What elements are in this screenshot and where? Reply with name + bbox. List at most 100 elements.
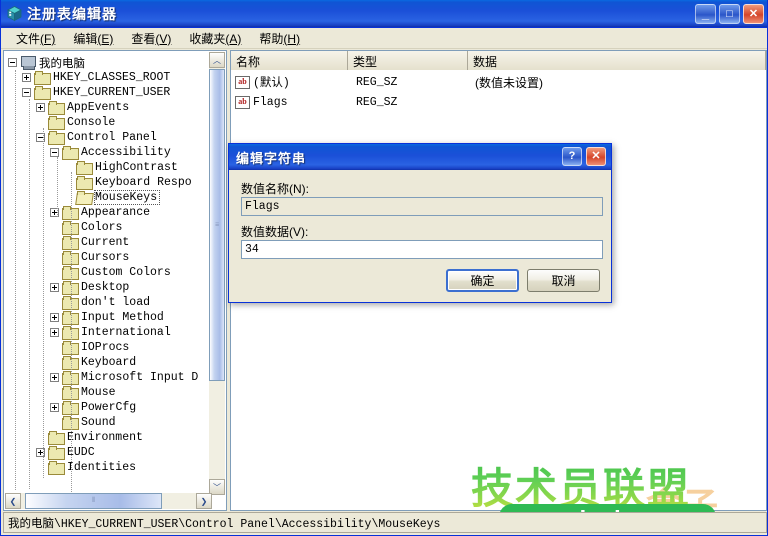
folder-icon xyxy=(62,311,79,325)
tree-item-hkey-classes-root[interactable]: HKEY_CLASSES_ROOT xyxy=(22,70,172,85)
tree-item-label: Custom Colors xyxy=(81,266,171,279)
collapse-icon[interactable] xyxy=(50,148,59,157)
computer-icon xyxy=(20,55,36,70)
column-header-2[interactable]: 类型 xyxy=(348,51,468,70)
tree-item-powercfg[interactable]: PowerCfg xyxy=(50,400,138,415)
tree-item-label: Desktop xyxy=(81,281,130,294)
tree-item-don-t-load[interactable]: don't load xyxy=(50,295,152,310)
tree-item-microsoft-input-d[interactable]: Microsoft Input D xyxy=(50,370,200,385)
minimize-icon: _ xyxy=(701,6,710,21)
folder-icon xyxy=(48,116,65,130)
tree-item-colors[interactable]: Colors xyxy=(50,220,124,235)
tree-item-label: 我的电脑 xyxy=(39,57,85,71)
menu-item-5[interactable]: 帮助(H) xyxy=(250,28,309,49)
folder-icon xyxy=(48,131,65,145)
expand-icon[interactable] xyxy=(22,73,31,82)
scroll-up-button[interactable]: ︿ xyxy=(209,52,225,68)
tree-item-keyboard-respo[interactable]: Keyboard Respo xyxy=(64,175,194,190)
folder-icon xyxy=(62,326,79,340)
tree-item-label: IOProcs xyxy=(81,341,130,354)
tree-item-label: Console xyxy=(67,116,116,129)
tree-item-custom-colors[interactable]: Custom Colors xyxy=(50,265,173,280)
tree-hscroll-thumb[interactable]: ⦀ xyxy=(25,493,162,509)
collapse-icon[interactable] xyxy=(8,58,17,67)
tree-item-environment[interactable]: Environment xyxy=(36,430,145,445)
column-header-3[interactable]: 数据 xyxy=(468,51,766,70)
tree-item-control-panel[interactable]: Control Panel xyxy=(36,130,159,145)
value-row[interactable]: ab Flags REG_SZ xyxy=(231,93,766,111)
registry-tree-pane[interactable]: 我的电脑 HKEY_CLASSES_ROOT HKEY_CURRENT_USER Ap… xyxy=(3,50,227,511)
tree-item-label: Identities xyxy=(67,461,137,474)
tree-horizontal-scrollbar[interactable]: ❮ ⦀ ❯ xyxy=(5,493,212,509)
tree-item-ioprocs[interactable]: IOProcs xyxy=(50,340,131,355)
tree-item-mousekeys[interactable]: MouseKeys xyxy=(64,190,161,205)
tree-item-cursors[interactable]: Cursors xyxy=(50,250,131,265)
expand-icon[interactable] xyxy=(50,313,59,322)
tree-item-label: Keyboard Respo xyxy=(95,176,192,189)
folder-icon xyxy=(48,431,65,445)
menu-item-1[interactable]: 文件(F) xyxy=(7,28,64,49)
status-path: 我的电脑\HKEY_CURRENT_USER\Control Panel\Acc… xyxy=(8,517,441,531)
tree-item-accessibility[interactable]: Accessibility xyxy=(50,145,173,160)
status-bar: 我的电脑\HKEY_CURRENT_USER\Control Panel\Acc… xyxy=(3,512,767,533)
tree-item-console[interactable]: Console xyxy=(36,115,117,130)
scroll-left-button[interactable]: ❮ xyxy=(5,493,21,509)
minimize-button[interactable]: _ xyxy=(695,4,716,24)
tree-item--[interactable]: 我的电脑 xyxy=(8,55,87,71)
registry-editor-icon xyxy=(7,6,22,22)
tree-item-desktop[interactable]: Desktop xyxy=(50,280,131,295)
tree-item-label: MouseKeys xyxy=(93,190,161,205)
expand-icon[interactable] xyxy=(50,373,59,382)
collapse-icon[interactable] xyxy=(22,88,31,97)
expand-icon[interactable] xyxy=(50,328,59,337)
value-data-cell: (数值未设置) xyxy=(475,75,543,90)
folder-icon xyxy=(34,86,51,100)
registry-editor-window: 注册表编辑器 _ □ ✕ 文件(F) 编辑(E) 查看(V) 收藏夹(A) 帮助(H) … xyxy=(0,0,768,536)
tree-item-input-method[interactable]: Input Method xyxy=(50,310,166,325)
cancel-button[interactable]: 取消 xyxy=(527,269,600,292)
string-value-icon: ab xyxy=(235,95,250,109)
tree-item-mouse[interactable]: Mouse xyxy=(50,385,118,400)
folder-icon xyxy=(62,341,79,355)
tree-item-keyboard[interactable]: Keyboard xyxy=(50,355,138,370)
tree-item-label: Control Panel xyxy=(67,131,157,144)
menu-item-2[interactable]: 编辑(E) xyxy=(64,28,122,49)
menu-item-4[interactable]: 收藏夹(A) xyxy=(180,28,250,49)
value-row[interactable]: ab (默认) REG_SZ (数值未设置) xyxy=(231,73,766,91)
dialog-close-button[interactable]: ✕ xyxy=(586,147,606,166)
tree-item-label: Keyboard xyxy=(81,356,137,369)
tree-item-highcontrast[interactable]: HighContrast xyxy=(64,160,180,175)
ok-button[interactable]: 确定 xyxy=(446,269,519,292)
tree-item-hkey-current-user[interactable]: HKEY_CURRENT_USER xyxy=(22,85,172,100)
tree-item-international[interactable]: International xyxy=(50,325,173,340)
value-name-input[interactable]: Flags xyxy=(241,197,603,216)
dialog-help-button[interactable]: ? xyxy=(562,147,582,166)
folder-icon xyxy=(48,446,65,460)
tree-item-eudc[interactable]: EUDC xyxy=(36,445,97,460)
tree-item-label: Microsoft Input D xyxy=(81,371,199,384)
tree-item-appevents[interactable]: AppEvents xyxy=(36,100,131,115)
column-header-1[interactable]: 名称 xyxy=(231,51,348,70)
menu-item-3[interactable]: 查看(V) xyxy=(122,28,180,49)
tree-item-sound[interactable]: Sound xyxy=(50,415,118,430)
tree-vscroll-thumb[interactable]: ≡ xyxy=(209,69,225,381)
tree-guide-line xyxy=(15,70,16,490)
tree-guide-line xyxy=(57,157,58,217)
scroll-right-button[interactable]: ❯ xyxy=(196,493,212,509)
tree-item-identities[interactable]: Identities xyxy=(36,460,138,475)
expand-icon[interactable] xyxy=(36,103,45,112)
tree-vertical-scrollbar[interactable]: ︿ ≡ ﹀ xyxy=(209,52,225,495)
maximize-button[interactable]: □ xyxy=(719,4,740,24)
value-name-cell: (默认) xyxy=(253,77,290,90)
tree-item-current[interactable]: Current xyxy=(50,235,131,250)
tree-item-label: HKEY_CLASSES_ROOT xyxy=(53,71,171,84)
expand-icon[interactable] xyxy=(50,403,59,412)
registry-tree[interactable]: 我的电脑 HKEY_CLASSES_ROOT HKEY_CURRENT_USER Ap… xyxy=(4,51,212,494)
folder-icon xyxy=(62,416,79,430)
expand-icon[interactable] xyxy=(50,283,59,292)
value-type-cell: REG_SZ xyxy=(356,95,398,109)
tree-item-appearance[interactable]: Appearance xyxy=(50,205,152,220)
folder-icon xyxy=(62,206,79,220)
close-button[interactable]: ✕ xyxy=(743,4,764,24)
value-data-input[interactable]: 34 xyxy=(241,240,603,259)
